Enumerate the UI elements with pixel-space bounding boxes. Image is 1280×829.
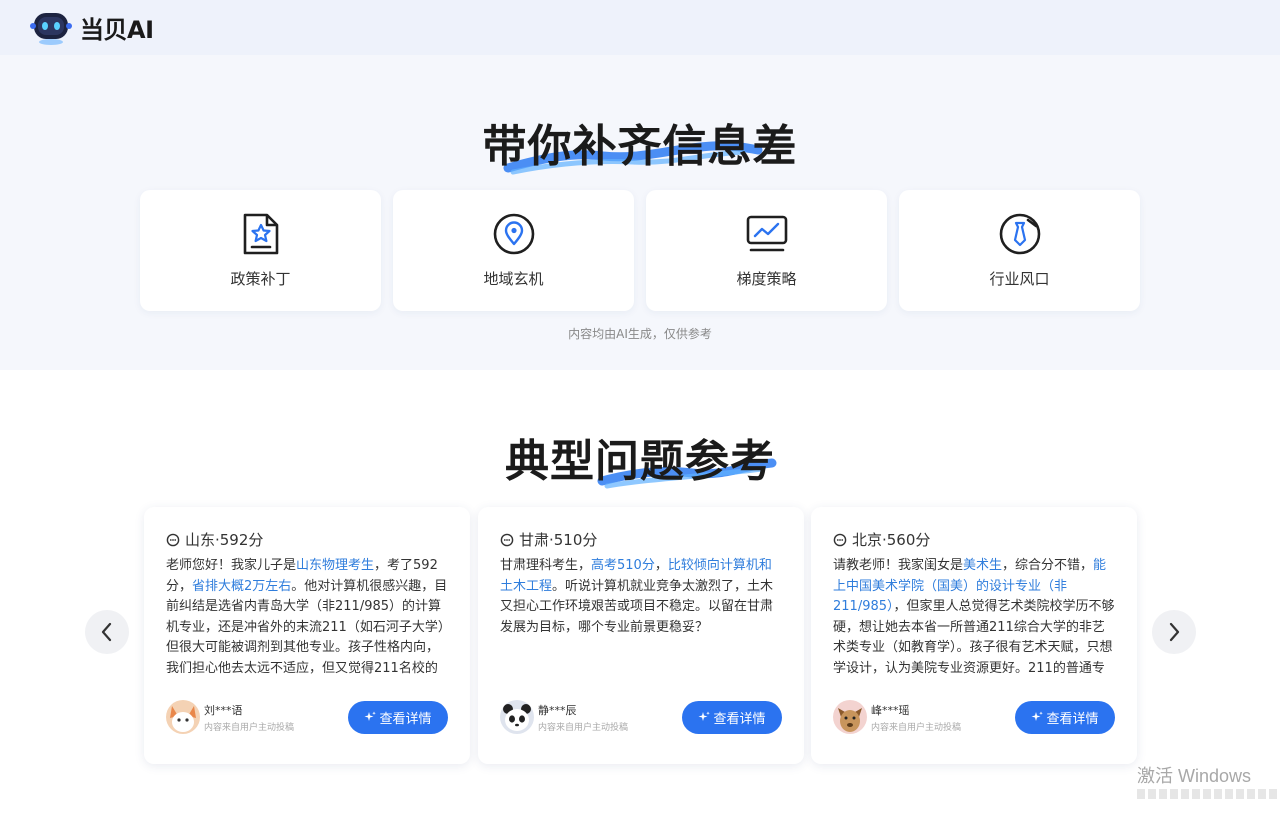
document-star-icon <box>243 213 278 255</box>
view-details-label: 查看详情 <box>379 711 432 727</box>
question-region: 北京·560分 <box>833 529 930 550</box>
brand-name: 当贝AI <box>80 16 154 44</box>
avatar <box>833 700 867 734</box>
view-details-button[interactable]: 查看详情 <box>348 700 448 734</box>
view-details-button[interactable]: 查看详情 <box>1015 700 1115 734</box>
user-source: 内容来自用户主动投稿 <box>871 722 962 733</box>
carousel-next-button[interactable] <box>1152 610 1196 654</box>
info-gap-title-text: 带你补齐信息差 <box>482 121 798 172</box>
info-gap-section: 带你补齐信息差 政策补丁 地域玄机 梯度策略 行业风口 内容均由AI生成，仅供参… <box>0 55 1280 370</box>
sparkle-icon <box>698 711 711 721</box>
windows-activation-watermark: 激活 Windows <box>1137 766 1252 786</box>
region-score: 甘肃·510分 <box>519 531 598 549</box>
top-header: 当贝AI <box>0 0 1280 55</box>
category-card-industry[interactable]: 行业风口 <box>899 190 1140 311</box>
question-region: 山东·592分 <box>166 529 263 550</box>
sparkle-icon <box>364 711 377 721</box>
typical-questions-section: 典型问题参考 山东·592分 老师您好！我家儿子是山东物理考生，考了592分，省… <box>0 370 1280 829</box>
user-source: 内容来自用户主动投稿 <box>538 722 629 733</box>
user-name: 峰***瑶 <box>871 703 910 717</box>
user-source: 内容来自用户主动投稿 <box>204 722 295 733</box>
chat-bubble-icon <box>833 533 847 546</box>
question-text: 老师您好！我家儿子是山东物理考生，考了592分，省排大概2万左右。他对计算机很感… <box>166 558 448 676</box>
chevron-left-icon <box>101 622 112 642</box>
carousel-prev-button[interactable] <box>85 610 129 654</box>
category-card-region[interactable]: 地域玄机 <box>393 190 634 311</box>
category-card-strategy[interactable]: 梯度策略 <box>646 190 887 311</box>
question-text: 甘肃理科考生，高考510分，比较倾向计算机和土木工程。听说计算机就业竞争太激烈了… <box>500 558 774 635</box>
category-label: 地域玄机 <box>483 270 544 288</box>
avatar <box>166 700 200 734</box>
info-gap-title: 带你补齐信息差 <box>0 110 1280 175</box>
view-details-label: 查看详情 <box>713 711 766 727</box>
robot-mascot-icon <box>30 12 72 45</box>
view-details-button[interactable]: 查看详情 <box>682 700 782 734</box>
category-card-policy[interactable]: 政策补丁 <box>140 190 381 311</box>
typical-questions-title-text: 典型问题参考 <box>505 436 775 487</box>
typical-questions-title: 典型问题参考 <box>0 425 1280 489</box>
view-details-label: 查看详情 <box>1046 711 1099 727</box>
region-score: 北京·560分 <box>852 531 931 549</box>
question-region: 甘肃·510分 <box>500 529 597 550</box>
brand-logo[interactable]: 当贝AI <box>30 10 154 46</box>
region-score: 山东·592分 <box>185 531 264 549</box>
question-card[interactable]: 甘肃·510分 甘肃理科考生，高考510分，比较倾向计算机和土木工程。听说计算机… <box>478 507 804 764</box>
question-text: 请教老师！我家闺女是美术生，综合分不错，能上中国美术学院（国美）的设计专业（非2… <box>833 558 1115 676</box>
category-label: 政策补丁 <box>230 270 291 288</box>
user-name: 刘***语 <box>204 703 243 717</box>
ai-disclaimer: 内容均由AI生成，仅供参考 <box>568 327 712 341</box>
category-label: 行业风口 <box>989 270 1050 288</box>
chat-bubble-icon <box>500 533 514 546</box>
chart-monitor-icon <box>746 215 787 252</box>
user-name: 静***辰 <box>538 703 577 717</box>
sparkle-icon <box>1031 711 1044 721</box>
tie-icon <box>999 213 1040 255</box>
question-card[interactable]: 北京·560分 请教老师！我家闺女是美术生，综合分不错，能上中国美术学院（国美）… <box>811 507 1137 764</box>
watermark-subtext <box>1137 789 1277 799</box>
chat-bubble-icon <box>166 533 180 546</box>
question-card[interactable]: 山东·592分 老师您好！我家儿子是山东物理考生，考了592分，省排大概2万左右… <box>144 507 470 764</box>
category-label: 梯度策略 <box>736 270 797 288</box>
avatar <box>500 700 534 734</box>
chevron-right-icon <box>1169 622 1180 642</box>
location-pin-icon <box>493 213 534 255</box>
